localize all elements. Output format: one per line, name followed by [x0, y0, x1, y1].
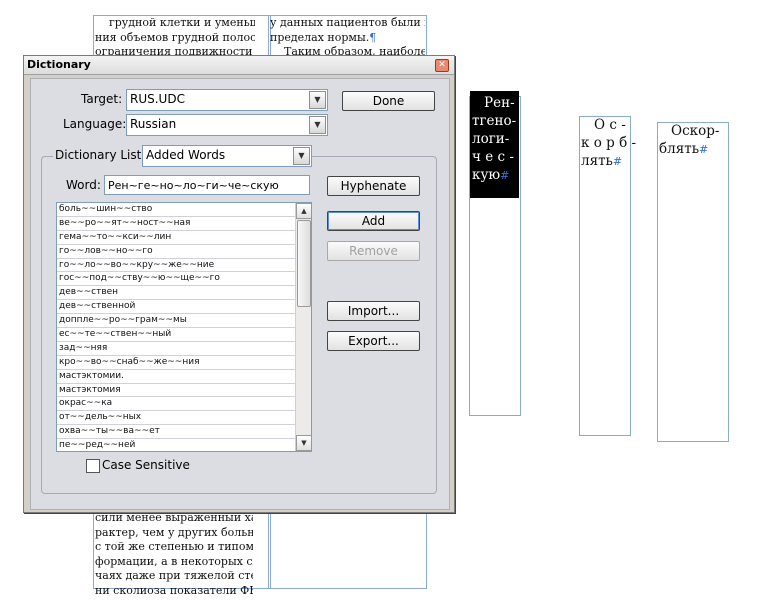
language-select[interactable]: Russian ▼ — [126, 114, 328, 136]
text-line: у данных пациентов были в — [270, 16, 425, 29]
frame2-text: О с - к о р б - лять# — [581, 116, 636, 171]
word-list[interactable]: боль~~шин~~ство ве~~ро~~ят~~ност~~ная гема… — [56, 202, 312, 452]
text-line: тгено- — [472, 113, 517, 129]
list-item[interactable]: гос~~под~~ству~~ю~~ще~~го — [57, 272, 295, 287]
text-line: кую# — [472, 167, 510, 183]
target-value: RUS.UDC — [130, 92, 185, 106]
list-item[interactable]: охва~~ты~~ва~~ет — [57, 425, 295, 440]
dictionary-list-value: Added Words — [146, 148, 226, 162]
remove-button[interactable]: Remove — [327, 241, 420, 261]
text-line: ч е с - — [472, 149, 514, 165]
list-item[interactable]: ве~~ро~~ят~~ност~~ная — [57, 217, 295, 231]
text-line: Оскор- — [671, 123, 720, 139]
chevron-down-icon[interactable]: ▼ — [309, 116, 326, 134]
text-line: логи- — [472, 131, 510, 147]
dialog-title: Dictionary — [27, 58, 91, 71]
list-item[interactable]: от~~дель~~ных — [57, 411, 295, 426]
case-sensitive-checkbox[interactable] — [86, 459, 100, 473]
text-line: с той же степенью и типом де- — [95, 540, 253, 553]
list-item[interactable]: пе~~ред~~ней — [57, 439, 295, 451]
word-input[interactable]: Рен~ге~но~ло~ги~че~скую — [104, 175, 310, 195]
word-list-rows: боль~~шин~~ство ве~~ро~~ят~~ност~~ная гема… — [57, 203, 295, 451]
target-select[interactable]: RUS.UDC ▼ — [126, 89, 328, 111]
text-frame-narrow-3[interactable] — [657, 122, 729, 442]
dictionary-list-label: Dictionary List: — [53, 148, 148, 162]
list-item[interactable]: го~~лов~~но~~го — [57, 245, 295, 259]
text-line: ни сколиоза показатели ФВД — [95, 583, 253, 597]
right-column-top-text: у данных пациентов были в пределах нормы… — [270, 16, 425, 60]
scroll-thumb[interactable] — [297, 220, 311, 307]
text-line: рактер, чем у других больных — [95, 525, 253, 539]
language-value: Russian — [130, 117, 177, 131]
dictionary-dialog: Dictionary ✕ Target: RUS.UDC ▼ Language:… — [23, 55, 455, 513]
text-line: формации, а в некоторых слу- — [95, 554, 253, 568]
text-line: грудной клетки и уменьше- — [109, 16, 255, 29]
left-column-top-text: грудной клетки и уменьше- ния объемов гр… — [95, 16, 255, 60]
chevron-down-icon: ▼ — [301, 439, 307, 447]
list-item[interactable]: доппле~~ро~~грам~~мы — [57, 314, 295, 329]
import-button[interactable]: Import... — [327, 301, 420, 321]
list-item[interactable]: кро~~во~~снаб~~же~~ния — [57, 356, 295, 370]
chevron-up-icon: ▲ — [301, 207, 307, 215]
list-item[interactable]: ес~~те~~ствен~~ный — [57, 328, 295, 342]
hash-mark: # — [699, 143, 709, 156]
text-line: сили менее выраженный ха- — [95, 511, 253, 524]
chevron-down-icon[interactable]: ▼ — [293, 147, 310, 165]
list-item[interactable]: окрас~~ка — [57, 397, 295, 412]
scroll-up-button[interactable]: ▲ — [296, 203, 311, 219]
dialog-body: Target: RUS.UDC ▼ Language: Russian ▼ Do… — [30, 78, 450, 510]
list-item[interactable]: мастэктомия — [57, 384, 295, 398]
word-list-scrollbar[interactable]: ▲ ▼ — [295, 203, 311, 451]
hash-mark: # — [500, 169, 510, 182]
text-line: блять# — [659, 141, 709, 157]
list-item[interactable]: мастэктомии. — [57, 370, 295, 384]
export-button[interactable]: Export... — [327, 331, 420, 351]
close-icon: ✕ — [438, 60, 446, 70]
text-line: пределах нормы.¶ — [270, 30, 377, 44]
text-line: О с - — [594, 117, 626, 133]
list-item[interactable]: дев~~ственной — [57, 300, 295, 315]
chevron-down-icon[interactable]: ▼ — [309, 91, 326, 109]
list-item[interactable]: гема~~то~~кси~~лин — [57, 231, 295, 245]
word-label: Word: — [66, 178, 101, 192]
frame3-text: Оскор- блять# — [659, 122, 719, 159]
dictionary-list-select[interactable]: Added Words ▼ — [142, 145, 312, 167]
pilcrow-mark: ¶ — [369, 30, 377, 44]
list-item[interactable]: го~~ло~~во~~кру~~же~~ние — [57, 259, 295, 273]
list-item[interactable]: боль~~шин~~ство — [57, 203, 295, 217]
done-button[interactable]: Done — [342, 91, 435, 111]
add-button[interactable]: Add — [327, 211, 420, 231]
left-column-bottom-text: сили менее выраженный ха- рактер, чем у … — [95, 511, 253, 598]
dialog-titlebar[interactable]: Dictionary ✕ — [24, 56, 454, 75]
frame1-text: Рен- тгено- логи- ч е с - кую# — [472, 94, 516, 185]
list-item[interactable]: зад~~няя — [57, 342, 295, 356]
text-line: лять# — [581, 153, 623, 169]
text-line: ния объемов грудной полости, — [95, 30, 255, 44]
text-line: Рен- — [484, 95, 515, 111]
text-line: чаях даже при тяжелой степе- — [95, 569, 253, 582]
target-label: Target: — [81, 92, 123, 106]
case-sensitive-label: Case Sensitive — [102, 458, 190, 472]
close-button[interactable]: ✕ — [435, 59, 449, 72]
hyphenate-button[interactable]: Hyphenate — [327, 176, 420, 196]
scroll-down-button[interactable]: ▼ — [296, 435, 311, 451]
list-item[interactable]: дев~~ствен — [57, 286, 295, 301]
language-label: Language: — [63, 117, 127, 131]
text-line: к о р б - — [581, 135, 637, 151]
hash-mark: # — [612, 155, 623, 168]
